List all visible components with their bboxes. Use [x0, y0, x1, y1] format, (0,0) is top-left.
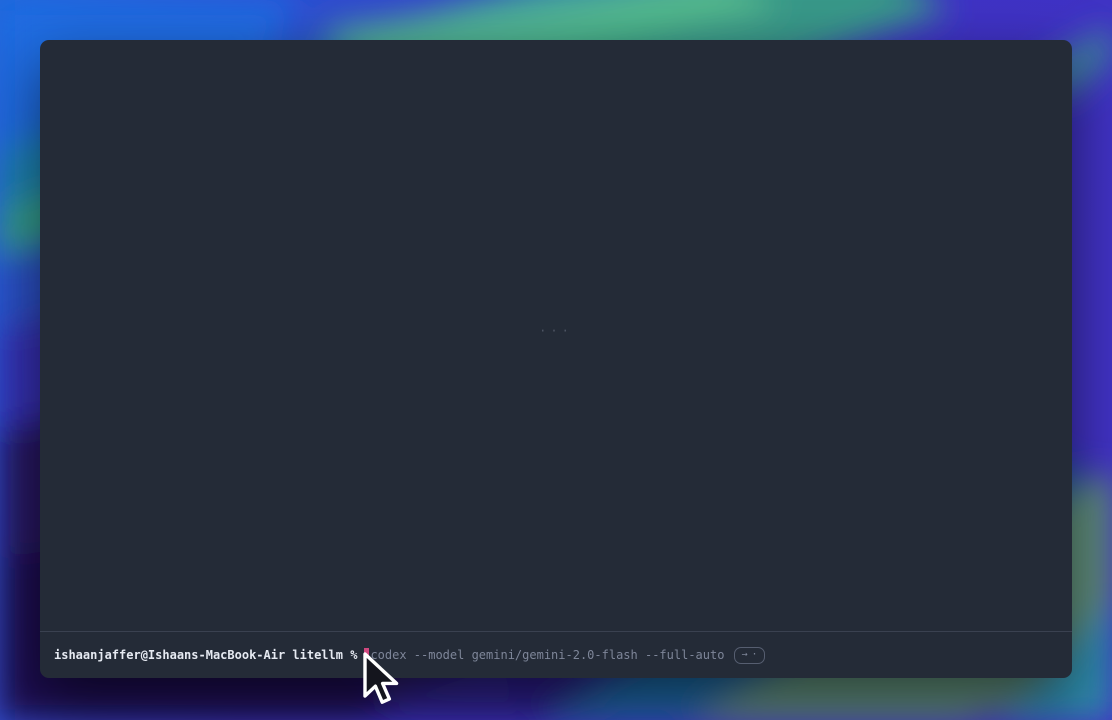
- terminal-output-area[interactable]: ···: [40, 40, 1072, 632]
- terminal-prompt-bar[interactable]: ishaanjaffer@Ishaans-MacBook-Air litellm…: [40, 631, 1072, 678]
- terminal-window[interactable]: ··· ishaanjaffer@Ishaans-MacBook-Air lit…: [40, 40, 1072, 678]
- arrow-right-icon: →: [741, 650, 747, 660]
- accept-suggestion-hint: → ·: [734, 647, 764, 664]
- shell-prompt: ishaanjaffer@Ishaans-MacBook-Air litellm…: [54, 647, 357, 663]
- dot-icon: ·: [751, 650, 757, 660]
- loading-dots: ···: [539, 324, 573, 338]
- command-autosuggestion: codex --model gemini/gemini-2.0-flash --…: [370, 647, 724, 663]
- text-cursor: [364, 648, 369, 663]
